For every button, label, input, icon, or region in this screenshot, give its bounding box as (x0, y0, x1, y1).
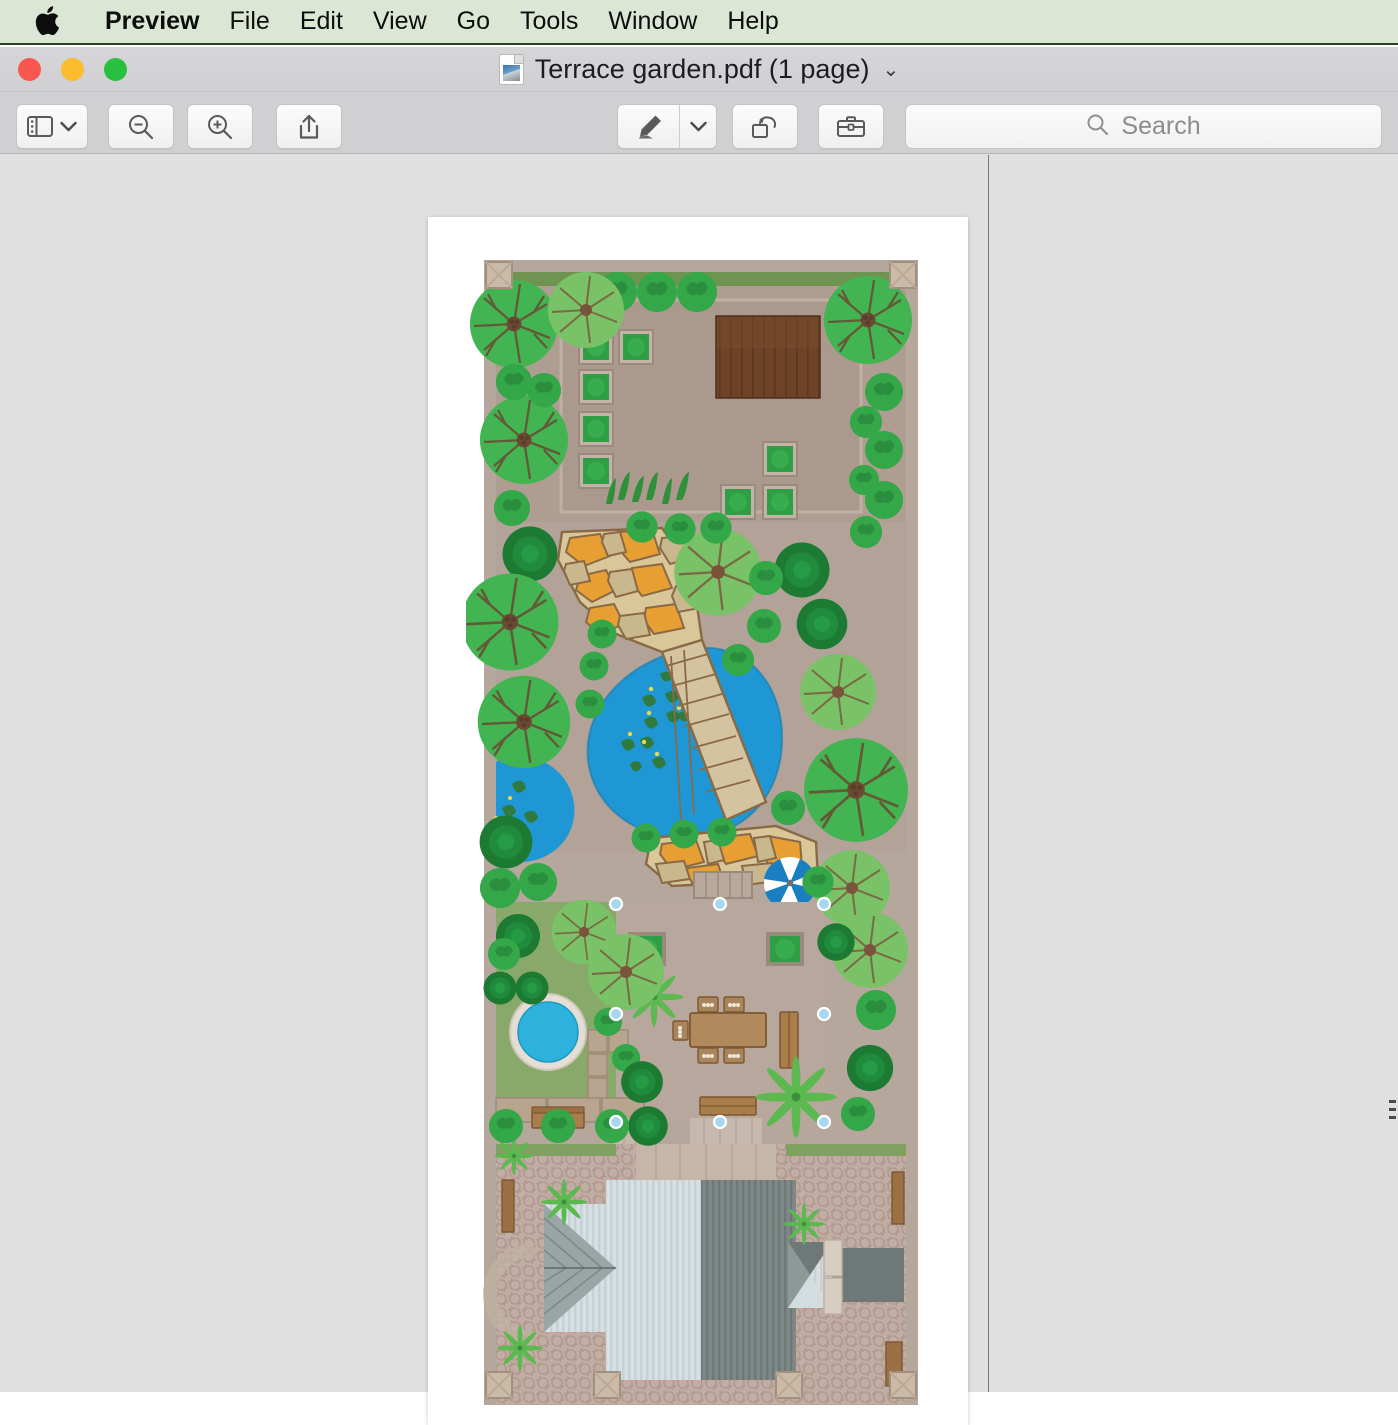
menu-item-edit[interactable]: Edit (285, 9, 358, 34)
share-button[interactable] (276, 104, 342, 149)
sidebar-chevron-down-icon (60, 121, 77, 132)
share-icon (296, 113, 322, 141)
toolbox-icon (836, 115, 866, 139)
document-view[interactable] (0, 155, 1398, 1425)
markup-pen-button[interactable] (617, 104, 717, 149)
search-field[interactable]: Search (905, 104, 1382, 149)
minimize-button[interactable] (61, 58, 84, 81)
maximize-button[interactable] (104, 58, 127, 81)
title-chevron-down-icon[interactable]: ⌄ (882, 57, 899, 82)
garden-plan-drawing (466, 242, 936, 1417)
close-button[interactable] (18, 58, 41, 81)
garden-bench-3 (699, 1096, 757, 1116)
zoom-out-icon (127, 113, 155, 141)
sidebar-icon (27, 116, 53, 137)
apple-logo-icon[interactable] (32, 5, 62, 39)
menu-item-preview[interactable]: Preview (90, 9, 215, 34)
menu-item-file[interactable]: File (215, 9, 285, 34)
menu-item-go[interactable]: Go (442, 9, 505, 34)
rotate-left-icon (750, 113, 780, 141)
window-title-group: Terrace garden.pdf (1 page) ⌄ (0, 47, 1398, 92)
zoom-out-button[interactable] (108, 104, 174, 149)
view-divider (988, 155, 989, 1392)
menu-item-view[interactable]: View (358, 9, 442, 34)
markup-chevron-down-icon (680, 121, 716, 132)
search-icon (1086, 113, 1109, 141)
zoom-in-button[interactable] (187, 104, 253, 149)
window-controls (18, 58, 127, 81)
toolbar: Search (0, 92, 1398, 154)
markup-toolbar-button[interactable] (818, 104, 884, 149)
zoom-in-icon (206, 113, 234, 141)
menu-item-window[interactable]: Window (593, 9, 712, 34)
pdf-document-icon (498, 54, 524, 85)
title-bar: Terrace garden.pdf (1 page) ⌄ (0, 47, 1398, 92)
rotate-left-button[interactable] (732, 104, 798, 149)
jacuzzi (509, 993, 587, 1071)
menu-item-tools[interactable]: Tools (505, 9, 593, 34)
menu-item-help[interactable]: Help (712, 9, 793, 34)
menu-bar: Preview File Edit View Go Tools Window H… (0, 0, 1398, 45)
window-title: Terrace garden.pdf (1 page) (534, 54, 870, 84)
preview-window: Terrace garden.pdf (1 page) ⌄ Search (0, 47, 1398, 1425)
search-placeholder: Search (1121, 112, 1201, 140)
highlighter-pen-icon (618, 112, 679, 142)
sidebar-toggle-button[interactable] (16, 104, 88, 149)
pdf-page[interactable] (428, 217, 968, 1425)
scrollbar-marker[interactable] (1389, 1100, 1396, 1136)
